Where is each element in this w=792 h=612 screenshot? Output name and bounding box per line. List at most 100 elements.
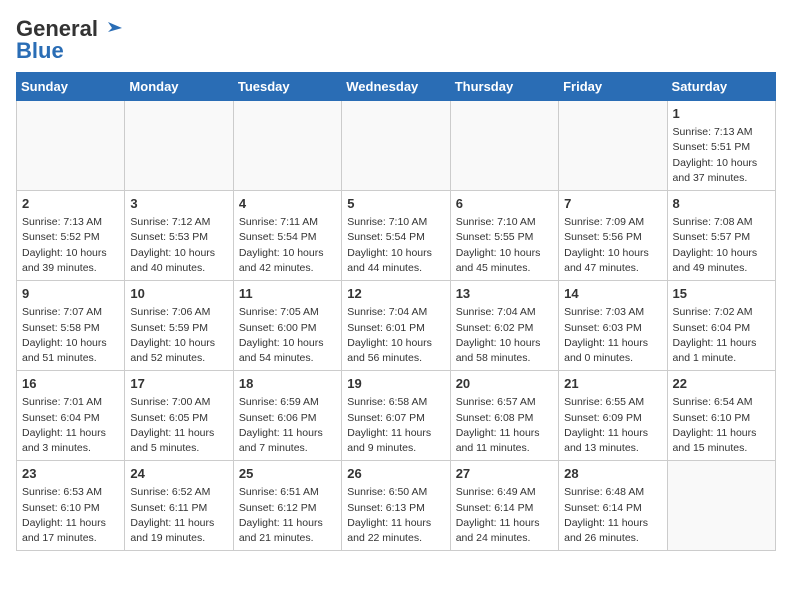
day-info: Sunrise: 7:10 AMSunset: 5:55 PMDaylight:… — [456, 215, 553, 276]
weekday-header-row: SundayMondayTuesdayWednesdayThursdayFrid… — [17, 73, 776, 101]
day-info: Sunrise: 7:08 AMSunset: 5:57 PMDaylight:… — [673, 215, 770, 276]
logo: General Blue — [16, 16, 122, 64]
day-cell: 9 Sunrise: 7:07 AMSunset: 5:58 PMDaylight… — [17, 281, 125, 371]
day-info: Sunrise: 6:50 AMSunset: 6:13 PMDaylight:… — [347, 485, 444, 546]
day-cell: 22 Sunrise: 6:54 AMSunset: 6:10 PMDayligh… — [667, 371, 775, 461]
day-cell — [667, 461, 775, 551]
week-row-4: 16 Sunrise: 7:01 AMSunset: 6:04 PMDayligh… — [17, 371, 776, 461]
day-number: 18 — [239, 375, 336, 393]
week-row-5: 23 Sunrise: 6:53 AMSunset: 6:10 PMDayligh… — [17, 461, 776, 551]
day-cell: 19 Sunrise: 6:58 AMSunset: 6:07 PMDayligh… — [342, 371, 450, 461]
week-row-2: 2 Sunrise: 7:13 AMSunset: 5:52 PMDaylight… — [17, 191, 776, 281]
day-cell: 5 Sunrise: 7:10 AMSunset: 5:54 PMDaylight… — [342, 191, 450, 281]
weekday-header-thursday: Thursday — [450, 73, 558, 101]
day-info: Sunrise: 7:04 AMSunset: 6:01 PMDaylight:… — [347, 305, 444, 366]
day-cell: 6 Sunrise: 7:10 AMSunset: 5:55 PMDaylight… — [450, 191, 558, 281]
day-number: 20 — [456, 375, 553, 393]
day-number: 8 — [673, 195, 770, 213]
weekday-header-friday: Friday — [559, 73, 667, 101]
day-cell: 2 Sunrise: 7:13 AMSunset: 5:52 PMDaylight… — [17, 191, 125, 281]
day-info: Sunrise: 6:57 AMSunset: 6:08 PMDaylight:… — [456, 395, 553, 456]
day-cell: 24 Sunrise: 6:52 AMSunset: 6:11 PMDayligh… — [125, 461, 233, 551]
weekday-header-wednesday: Wednesday — [342, 73, 450, 101]
day-cell — [450, 101, 558, 191]
day-number: 15 — [673, 285, 770, 303]
day-cell: 13 Sunrise: 7:04 AMSunset: 6:02 PMDayligh… — [450, 281, 558, 371]
weekday-header-saturday: Saturday — [667, 73, 775, 101]
day-info: Sunrise: 6:54 AMSunset: 6:10 PMDaylight:… — [673, 395, 770, 456]
day-cell: 16 Sunrise: 7:01 AMSunset: 6:04 PMDayligh… — [17, 371, 125, 461]
weekday-header-tuesday: Tuesday — [233, 73, 341, 101]
day-info: Sunrise: 7:01 AMSunset: 6:04 PMDaylight:… — [22, 395, 119, 456]
day-cell: 21Sunrise: 6:55 AMSunset: 6:09 PMDayligh… — [559, 371, 667, 461]
day-info: Sunrise: 7:12 AMSunset: 5:53 PMDaylight:… — [130, 215, 227, 276]
day-number: 26 — [347, 465, 444, 483]
week-row-1: 1 Sunrise: 7:13 AMSunset: 5:51 PMDaylight… — [17, 101, 776, 191]
calendar-table: SundayMondayTuesdayWednesdayThursdayFrid… — [16, 72, 776, 551]
logo-bird-icon — [100, 18, 122, 40]
day-number: 6 — [456, 195, 553, 213]
page-header: General Blue — [16, 16, 776, 64]
day-number: 12 — [347, 285, 444, 303]
day-info: Sunrise: 7:11 AMSunset: 5:54 PMDaylight:… — [239, 215, 336, 276]
day-number: 16 — [22, 375, 119, 393]
weekday-header-sunday: Sunday — [17, 73, 125, 101]
day-number: 9 — [22, 285, 119, 303]
day-cell: 23 Sunrise: 6:53 AMSunset: 6:10 PMDayligh… — [17, 461, 125, 551]
day-cell: 4 Sunrise: 7:11 AMSunset: 5:54 PMDaylight… — [233, 191, 341, 281]
day-info: Sunrise: 7:02 AMSunset: 6:04 PMDaylight:… — [673, 305, 770, 366]
day-info: Sunrise: 6:52 AMSunset: 6:11 PMDaylight:… — [130, 485, 227, 546]
day-number: 23 — [22, 465, 119, 483]
day-number: 24 — [130, 465, 227, 483]
day-number: 19 — [347, 375, 444, 393]
day-number: 5 — [347, 195, 444, 213]
day-cell: 10 Sunrise: 7:06 AMSunset: 5:59 PMDayligh… — [125, 281, 233, 371]
day-number: 17 — [130, 375, 227, 393]
day-info: Sunrise: 6:58 AMSunset: 6:07 PMDaylight:… — [347, 395, 444, 456]
day-info: Sunrise: 6:51 AMSunset: 6:12 PMDaylight:… — [239, 485, 336, 546]
day-cell — [125, 101, 233, 191]
day-number: 4 — [239, 195, 336, 213]
day-cell — [17, 101, 125, 191]
day-cell: 15 Sunrise: 7:02 AMSunset: 6:04 PMDayligh… — [667, 281, 775, 371]
day-info: Sunrise: 7:10 AMSunset: 5:54 PMDaylight:… — [347, 215, 444, 276]
day-cell: 28Sunrise: 6:48 AMSunset: 6:14 PMDayligh… — [559, 461, 667, 551]
day-cell: 12 Sunrise: 7:04 AMSunset: 6:01 PMDayligh… — [342, 281, 450, 371]
day-number: 22 — [673, 375, 770, 393]
day-number: 1 — [673, 105, 770, 123]
day-info: Sunrise: 7:03 AMSunset: 6:03 PMDaylight:… — [564, 305, 661, 366]
day-info: Sunrise: 7:00 AMSunset: 6:05 PMDaylight:… — [130, 395, 227, 456]
day-cell: 26 Sunrise: 6:50 AMSunset: 6:13 PMDayligh… — [342, 461, 450, 551]
day-number: 11 — [239, 285, 336, 303]
logo-blue-text: Blue — [16, 38, 64, 64]
day-cell — [559, 101, 667, 191]
day-cell: 8 Sunrise: 7:08 AMSunset: 5:57 PMDaylight… — [667, 191, 775, 281]
day-number: 25 — [239, 465, 336, 483]
day-info: Sunrise: 6:49 AMSunset: 6:14 PMDaylight:… — [456, 485, 553, 546]
day-info: Sunrise: 7:13 AMSunset: 5:51 PMDaylight:… — [673, 125, 770, 186]
day-info: Sunrise: 6:53 AMSunset: 6:10 PMDaylight:… — [22, 485, 119, 546]
day-number: 27 — [456, 465, 553, 483]
day-cell: 1 Sunrise: 7:13 AMSunset: 5:51 PMDaylight… — [667, 101, 775, 191]
day-cell: 18Sunrise: 6:59 AMSunset: 6:06 PMDayligh… — [233, 371, 341, 461]
day-number: 2 — [22, 195, 119, 213]
day-number: 3 — [130, 195, 227, 213]
day-cell: 20 Sunrise: 6:57 AMSunset: 6:08 PMDayligh… — [450, 371, 558, 461]
day-info: Sunrise: 6:55 AMSunset: 6:09 PMDaylight:… — [564, 395, 661, 456]
day-number: 13 — [456, 285, 553, 303]
week-row-3: 9 Sunrise: 7:07 AMSunset: 5:58 PMDaylight… — [17, 281, 776, 371]
day-cell: 14Sunrise: 7:03 AMSunset: 6:03 PMDayligh… — [559, 281, 667, 371]
day-number: 7 — [564, 195, 661, 213]
day-cell: 11 Sunrise: 7:05 AMSunset: 6:00 PMDayligh… — [233, 281, 341, 371]
day-info: Sunrise: 7:09 AMSunset: 5:56 PMDaylight:… — [564, 215, 661, 276]
day-info: Sunrise: 7:13 AMSunset: 5:52 PMDaylight:… — [22, 215, 119, 276]
day-info: Sunrise: 7:04 AMSunset: 6:02 PMDaylight:… — [456, 305, 553, 366]
day-cell — [233, 101, 341, 191]
day-info: Sunrise: 7:06 AMSunset: 5:59 PMDaylight:… — [130, 305, 227, 366]
day-cell — [342, 101, 450, 191]
day-number: 10 — [130, 285, 227, 303]
day-info: Sunrise: 7:05 AMSunset: 6:00 PMDaylight:… — [239, 305, 336, 366]
day-info: Sunrise: 7:07 AMSunset: 5:58 PMDaylight:… — [22, 305, 119, 366]
day-info: Sunrise: 6:48 AMSunset: 6:14 PMDaylight:… — [564, 485, 661, 546]
day-cell: 25 Sunrise: 6:51 AMSunset: 6:12 PMDayligh… — [233, 461, 341, 551]
